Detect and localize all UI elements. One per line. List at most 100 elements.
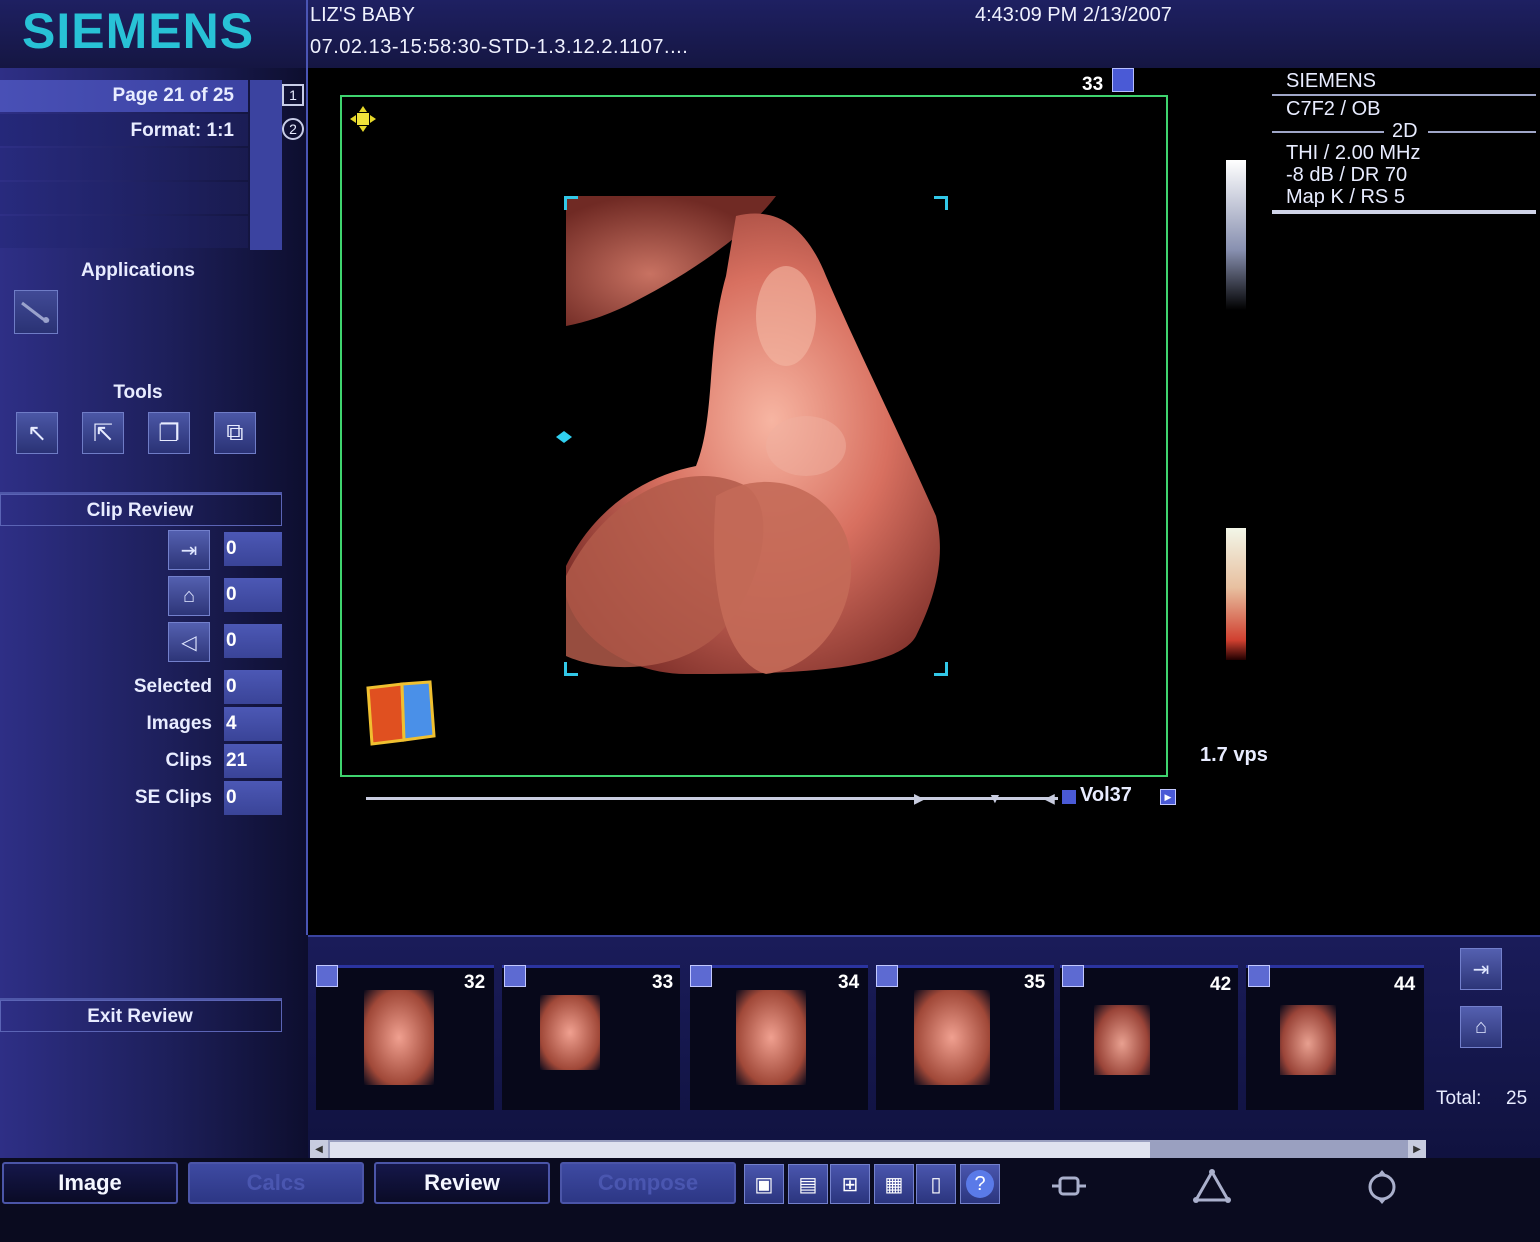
applications-title: Applications [80,260,195,281]
se-clips-label: SE Clips [134,787,212,808]
page-scrollbar[interactable] [250,80,282,250]
thumbnail-image [364,990,434,1085]
cine-end-marker[interactable]: ◀ [1044,790,1055,807]
document-icon: ▯ [930,1173,942,1196]
orientation-cube[interactable] [364,680,436,750]
divider [1272,94,1536,96]
roi-corner[interactable] [934,196,948,210]
multi-arrow-icon: ⇱ [92,419,114,447]
clips-label: Clips [165,750,212,771]
mode-label: 2D [1392,120,1418,142]
volume-label: Vol37 [1080,784,1132,806]
archive-icon: ⌂ [1474,1015,1488,1038]
folder-icon: ▤ [798,1173,818,1196]
clip-icon [876,965,898,987]
se-clips-value: 0 [224,781,282,815]
patient-icon: ▣ [754,1173,774,1196]
patient-name: LIZ'S BABY [310,4,415,26]
page-2-button[interactable]: 2 [282,118,304,140]
total-value: 25 [1506,1088,1528,1109]
multi-select-tool[interactable]: ⇱ [82,412,124,454]
tab-image[interactable]: Image [2,1162,178,1204]
divider [308,935,1540,937]
thumbnail-number: 34 [838,972,860,993]
tree-button[interactable]: ⊞ [830,1164,870,1204]
frame-number: 33 [1082,74,1104,95]
gain-label: -8 dB / DR 70 [1286,164,1408,186]
thumbnail-number: 35 [1024,972,1046,993]
stack-tool[interactable]: ❐ [148,412,190,454]
probe-icon [21,301,50,323]
transducer-icon[interactable] [1050,1172,1090,1202]
send-selected-button[interactable]: ⇥ [1460,948,1502,990]
images-value: 4 [224,707,282,741]
thumbnail-number: 44 [1394,974,1416,995]
layout-button[interactable]: ▦ [874,1164,914,1204]
format-indicator[interactable]: Format: 1:1 [0,120,234,142]
selected-value: 0 [224,670,282,704]
clip-play-button[interactable]: ◁ [168,622,210,662]
thumbnail-number: 32 [464,972,486,993]
empty-row [0,182,248,214]
cube-icon [366,680,436,746]
right-arrow-icon: ▶ [1413,1144,1421,1155]
thumbnail-number: 33 [652,972,674,993]
help-button[interactable]: ? [960,1164,1000,1204]
copy-icon: ⧉ [226,419,244,446]
cine-position-marker[interactable]: ▼ [988,790,1002,806]
clip-icon [316,965,338,987]
volume-rate: 1.7 vps [1200,744,1268,766]
image-type-icon [1112,68,1134,92]
send-icon: ⇥ [180,539,198,562]
orientation-marker[interactable] [348,104,378,134]
tab-review[interactable]: Review [374,1162,550,1204]
page-1-button[interactable]: 1 [282,84,304,106]
send-icon: ⇥ [1472,958,1490,981]
scrollbar-thumb[interactable] [330,1142,1150,1158]
play-button[interactable]: ▶ [1160,789,1176,805]
archive-selected-button[interactable]: ⌂ [1460,1006,1502,1048]
clip-icon [690,965,712,987]
tab-calcs[interactable]: Calcs [188,1162,364,1204]
cine-slider-track[interactable] [366,797,1058,800]
clip-send-button[interactable]: ⇥ [168,530,210,570]
clip-value-3: 0 [224,624,282,658]
image-icon [504,965,526,987]
cine-start-marker[interactable]: ▶ [914,790,925,807]
layout-icon: ▦ [884,1173,904,1196]
roi-corner[interactable] [564,662,578,676]
tree-icon: ⊞ [841,1173,859,1196]
clip-archive-button[interactable]: ⌂ [168,576,210,616]
thumbnail-image [736,990,806,1085]
report-button[interactable]: ▯ [916,1164,956,1204]
applications-probe-button[interactable] [14,290,58,334]
roi-corner[interactable] [564,196,578,210]
tab-compose[interactable]: Compose [560,1162,736,1204]
scroll-right-button[interactable]: ▶ [1408,1140,1426,1160]
help-icon: ? [966,1170,994,1198]
network-icon[interactable] [1192,1168,1232,1204]
panel-divider [306,0,308,935]
roi-corner[interactable] [934,662,948,676]
thumbnail-image [1280,1005,1336,1075]
arrow-icon: ↖ [26,419,48,447]
total-label: Total: [1436,1088,1482,1109]
sync-icon[interactable] [1362,1168,1402,1206]
clip-value-2: 0 [224,578,282,612]
tools-title: Tools [113,382,163,403]
color-map-bar [1226,528,1246,660]
study-id: 07.02.13-15:58:30-STD-1.3.12.2.1107.... [310,36,689,58]
left-arrow-icon: ◀ [315,1144,323,1155]
vendor-label: SIEMENS [1286,70,1377,92]
clips-value: 21 [224,744,282,778]
select-arrow-tool[interactable]: ↖ [16,412,58,454]
stack-icon: ❐ [158,419,180,447]
page-indicator: Page 21 of 25 [112,85,234,106]
patient-browser-button[interactable]: ▣ [744,1164,784,1204]
move-icon [350,106,376,132]
folder-button[interactable]: ▤ [788,1164,828,1204]
scroll-left-button[interactable]: ◀ [310,1140,328,1160]
transducer-label: C7F2 / OB [1286,98,1381,120]
copy-tool[interactable]: ⧉ [214,412,256,454]
image-icon [1248,965,1270,987]
